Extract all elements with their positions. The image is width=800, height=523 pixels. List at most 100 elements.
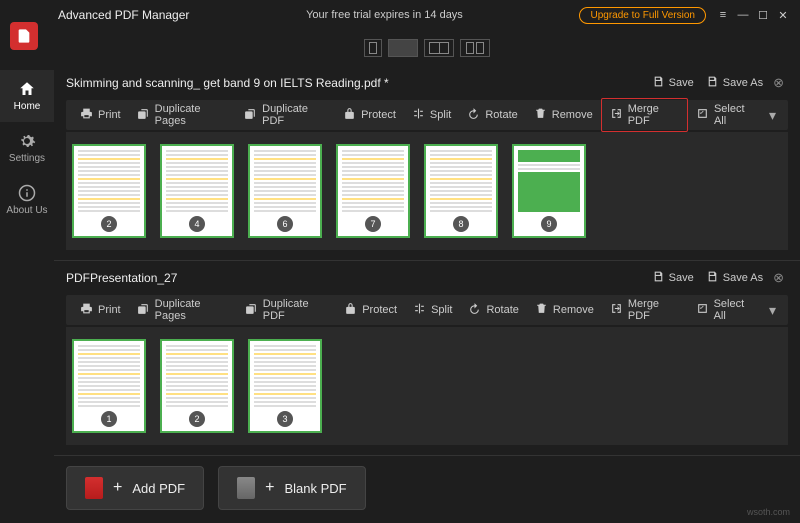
sidebar-item-home[interactable]: Home [0, 70, 54, 122]
page-number-badge: 9 [541, 216, 557, 232]
view-spread-button[interactable] [460, 39, 490, 57]
view-switcher [54, 30, 800, 66]
document-header: PDFPresentation_27 Save Save As ⊗ [66, 261, 788, 295]
home-icon [18, 80, 36, 98]
copy-icon [244, 107, 257, 123]
document-section: PDFPresentation_27 Save Save As ⊗ Print … [54, 261, 800, 456]
app-title: Advanced PDF Manager [58, 8, 189, 22]
page-number-badge: 2 [101, 216, 117, 232]
upgrade-button[interactable]: Upgrade to Full Version [579, 7, 706, 24]
merge-pdf-button[interactable]: Merge PDF [601, 98, 688, 132]
info-icon [18, 184, 36, 202]
duplicate-pages-button[interactable]: Duplicate Pages [129, 294, 237, 326]
page-thumbnail[interactable]: 2 [160, 339, 234, 433]
document-header: Skimming and scanning_ get band 9 on IEL… [66, 66, 788, 100]
protect-button[interactable]: Protect [335, 103, 404, 127]
merge-icon [610, 107, 623, 123]
add-pdf-button[interactable]: + Add PDF [66, 466, 204, 510]
close-document-button[interactable]: ⊗ [769, 75, 788, 91]
trash-icon [534, 107, 547, 123]
copy-icon [137, 302, 150, 318]
save-button[interactable]: Save [646, 267, 700, 289]
blank-file-icon [237, 477, 255, 499]
close-button[interactable]: ✕ [774, 6, 792, 24]
page-number-badge: 6 [277, 216, 293, 232]
bottom-actions: + Add PDF + Blank PDF [54, 456, 800, 520]
duplicate-pdf-button[interactable]: Duplicate PDF [236, 99, 335, 131]
window-controls: ≡ — ☐ ✕ [714, 6, 792, 24]
page-thumbnail[interactable]: 9 [512, 144, 586, 238]
document-filename: Skimming and scanning_ get band 9 on IEL… [66, 76, 389, 90]
sidebar-label-home: Home [14, 101, 41, 112]
split-icon [413, 302, 426, 318]
close-document-button[interactable]: ⊗ [769, 270, 788, 286]
document-filename: PDFPresentation_27 [66, 271, 177, 285]
duplicate-pages-button[interactable]: Duplicate Pages [129, 99, 237, 131]
rotate-icon [468, 302, 481, 318]
minimize-button[interactable]: — [734, 6, 752, 24]
protect-button[interactable]: Protect [336, 298, 405, 322]
main-area: Skimming and scanning_ get band 9 on IEL… [54, 30, 800, 523]
check-icon [696, 107, 709, 123]
print-icon [80, 107, 93, 123]
save-icon [652, 270, 665, 286]
blank-pdf-button[interactable]: + Blank PDF [218, 466, 365, 510]
view-single-button[interactable] [364, 39, 382, 57]
lock-icon [344, 302, 357, 318]
plus-icon: + [265, 479, 274, 497]
page-number-badge: 1 [101, 411, 117, 427]
page-thumbnail[interactable]: 6 [248, 144, 322, 238]
pdf-file-icon [85, 477, 103, 499]
sidebar-item-settings[interactable]: Settings [0, 122, 54, 174]
doc-toolbar: Print Duplicate Pages Duplicate PDF Prot… [66, 295, 788, 325]
split-button[interactable]: Split [405, 298, 460, 322]
app-logo-icon [10, 22, 38, 50]
page-number-badge: 2 [189, 411, 205, 427]
remove-button[interactable]: Remove [527, 298, 602, 322]
menu-icon[interactable]: ≡ [714, 6, 732, 24]
save-icon [706, 75, 719, 91]
page-thumbnail[interactable]: 7 [336, 144, 410, 238]
save-button[interactable]: Save [646, 72, 700, 94]
page-number-badge: 7 [365, 216, 381, 232]
blank-pdf-label: Blank PDF [284, 481, 346, 496]
save-as-button[interactable]: Save As [700, 267, 769, 289]
watermark: wsoth.com [747, 507, 790, 517]
rotate-button[interactable]: Rotate [459, 103, 525, 127]
select-all-button[interactable]: Select All [688, 294, 763, 326]
plus-icon: + [113, 479, 122, 497]
page-thumbnail[interactable]: 8 [424, 144, 498, 238]
sidebar-label-about: About Us [6, 205, 47, 216]
rotate-icon [467, 107, 480, 123]
split-button[interactable]: Split [404, 103, 459, 127]
maximize-button[interactable]: ☐ [754, 6, 772, 24]
document-section: Skimming and scanning_ get band 9 on IEL… [54, 66, 800, 261]
view-two-button[interactable] [424, 39, 454, 57]
doc-toolbar: Print Duplicate Pages Duplicate PDF Prot… [66, 100, 788, 130]
page-thumbnail[interactable]: 4 [160, 144, 234, 238]
trash-icon [535, 302, 548, 318]
page-thumbnail[interactable]: 2 [72, 144, 146, 238]
copy-icon [137, 107, 150, 123]
save-icon [652, 75, 665, 91]
save-as-button[interactable]: Save As [700, 72, 769, 94]
duplicate-pdf-button[interactable]: Duplicate PDF [237, 294, 336, 326]
select-all-button[interactable]: Select All [688, 99, 763, 131]
print-button[interactable]: Print [72, 103, 129, 127]
thumbnails-strip: 2 4 6 7 8 9 [66, 132, 788, 250]
remove-button[interactable]: Remove [526, 103, 601, 127]
merge-pdf-button[interactable]: Merge PDF [602, 294, 688, 326]
toolbar-more-button[interactable]: ▾ [763, 107, 782, 124]
page-thumbnail[interactable]: 3 [248, 339, 322, 433]
view-grid-button[interactable] [388, 39, 418, 57]
print-button[interactable]: Print [72, 298, 129, 322]
sidebar-label-settings: Settings [9, 153, 45, 164]
split-icon [412, 107, 425, 123]
save-icon [706, 270, 719, 286]
toolbar-more-button[interactable]: ▾ [763, 302, 782, 319]
page-thumbnail[interactable]: 1 [72, 339, 146, 433]
rotate-button[interactable]: Rotate [460, 298, 526, 322]
merge-icon [610, 302, 623, 318]
gear-icon [18, 132, 36, 150]
sidebar-item-about[interactable]: About Us [0, 174, 54, 226]
